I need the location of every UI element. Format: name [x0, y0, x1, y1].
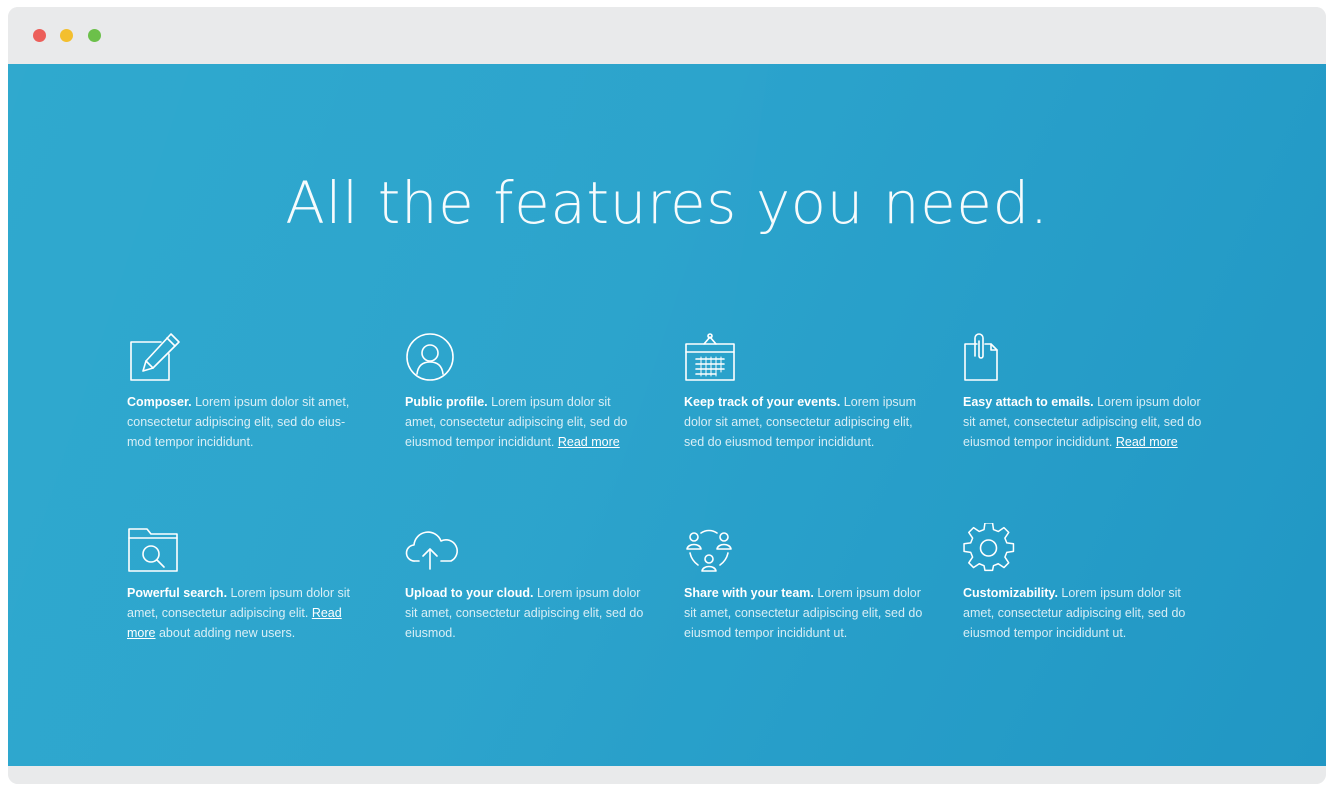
feature-composer: Composer. Lorem ipsum dolor sit amet, co… [127, 332, 367, 452]
features-section: All the features you need. Composer. Lor… [8, 64, 1326, 766]
feature-description: Public profile. Lorem ipsum dolor sit am… [405, 392, 645, 452]
feature-customizability: Customizability. Lorem ipsum dolor sit a… [963, 522, 1203, 643]
folder-search-icon [127, 523, 181, 575]
feature-title: Keep track of your events. [684, 395, 841, 409]
feature-public-profile: Public profile. Lorem ipsum dolor sit am… [405, 332, 645, 452]
feature-title: Easy attach to emails. [963, 395, 1094, 409]
feature-title: Upload to your cloud. [405, 586, 534, 600]
feature-title: Customizability. [963, 586, 1058, 600]
maximize-window-button[interactable] [88, 29, 101, 42]
browser-window: All the features you need. Composer. Lor… [8, 7, 1326, 784]
feature-title: Powerful search. [127, 586, 228, 600]
feature-description: Upload to your cloud. Lorem ipsum dolor … [405, 583, 645, 643]
user-profile-icon [405, 332, 459, 384]
paperclip-document-icon [963, 332, 1017, 384]
read-more-link[interactable]: Read more [1116, 435, 1178, 449]
minimize-window-button[interactable] [60, 29, 73, 42]
page-title: All the features you need. [285, 169, 1049, 237]
feature-description: Share with your team. Lorem ipsum dolor … [684, 583, 924, 643]
read-more-link[interactable]: Read more [558, 435, 620, 449]
feature-title: Composer. [127, 395, 192, 409]
feature-events: Keep track of your events. Lorem ipsum d… [684, 332, 924, 452]
pencil-edit-icon [127, 332, 181, 384]
gear-icon [963, 522, 1017, 575]
title-bar [8, 7, 1326, 64]
window-bottom-bar [8, 766, 1326, 784]
feature-cloud: Upload to your cloud. Lorem ipsum dolor … [405, 523, 645, 643]
feature-share-team: Share with your team. Lorem ipsum dolor … [684, 523, 924, 643]
feature-text-tail: about adding new users. [158, 626, 296, 640]
feature-description: Customizability. Lorem ipsum dolor sit a… [963, 583, 1203, 643]
feature-attach: Easy attach to emails. Lorem ipsum dolor… [963, 332, 1203, 452]
calendar-icon [684, 332, 738, 384]
feature-search: Powerful search. Lorem ipsum dolor sit a… [127, 523, 367, 643]
feature-description: Keep track of your events. Lorem ipsum d… [684, 392, 924, 452]
feature-description: Easy attach to emails. Lorem ipsum dolor… [963, 392, 1203, 452]
feature-title: Public profile. [405, 395, 488, 409]
team-share-icon [684, 523, 738, 575]
cloud-upload-icon [405, 523, 459, 575]
feature-description: Composer. Lorem ipsum dolor sit amet, co… [127, 392, 367, 452]
feature-description: Powerful search. Lorem ipsum dolor sit a… [127, 583, 367, 643]
close-window-button[interactable] [33, 29, 46, 42]
feature-title: Share with your team. [684, 586, 814, 600]
